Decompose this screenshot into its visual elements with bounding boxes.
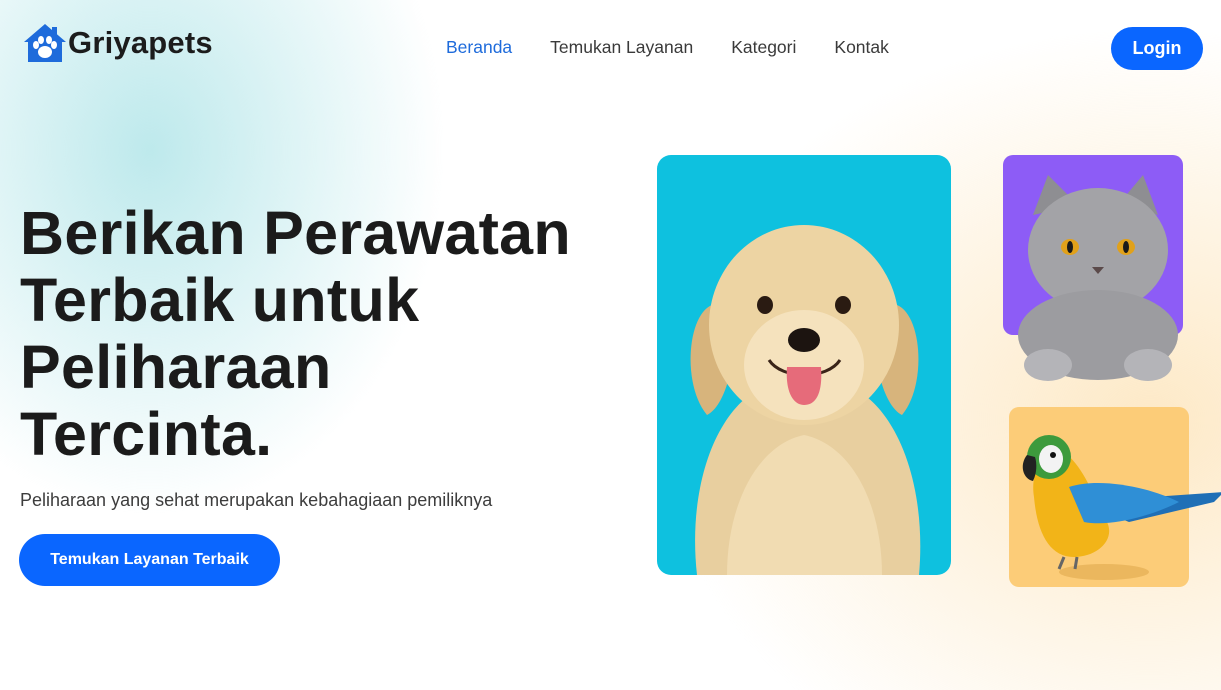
parrot-illustration: [1022, 435, 1221, 580]
brand-logo[interactable]: Griyapets: [22, 22, 213, 64]
top-navbar: Griyapets Beranda Temukan Layanan Katego…: [0, 0, 1221, 96]
login-button[interactable]: Login: [1111, 27, 1203, 70]
nav-link-beranda[interactable]: Beranda: [446, 37, 512, 58]
cat-illustration: [1018, 175, 1178, 381]
nav-link-kategori[interactable]: Kategori: [731, 37, 796, 58]
main-menu: Beranda Temukan Layanan Kategori Kontak: [446, 37, 889, 58]
nav-link-temukan-layanan[interactable]: Temukan Layanan: [550, 37, 693, 58]
find-service-button[interactable]: Temukan Layanan Terbaik: [19, 534, 280, 586]
hero-title: Berikan Perawatan Terbaik untuk Pelihara…: [20, 199, 571, 468]
house-paw-icon: [24, 24, 66, 62]
parrot-image-card: [1009, 407, 1221, 587]
hero-subtitle: Peliharaan yang sehat merupakan kebahagi…: [20, 490, 493, 510]
brand-name: Griyapets: [68, 25, 213, 60]
cat-image-card: [1003, 155, 1183, 381]
puppy-illustration: [690, 225, 921, 575]
dog-image-card: [657, 155, 951, 575]
nav-link-kontak[interactable]: Kontak: [834, 37, 888, 58]
